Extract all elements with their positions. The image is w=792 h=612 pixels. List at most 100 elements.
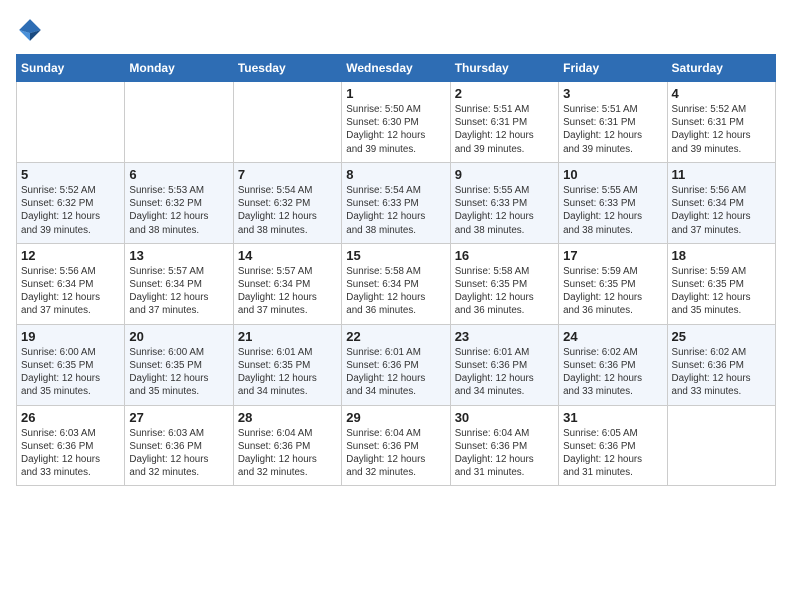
day-info: Sunrise: 6:04 AM Sunset: 6:36 PM Dayligh…: [238, 427, 337, 480]
calendar-cell: [17, 82, 125, 163]
day-number: 21: [238, 329, 337, 344]
calendar-cell: 21 Sunrise: 6:01 AM Sunset: 6:35 PM Dayli…: [233, 324, 341, 405]
day-info: Sunrise: 5:53 AM Sunset: 6:32 PM Dayligh…: [129, 184, 228, 237]
calendar-cell: 2 Sunrise: 5:51 AM Sunset: 6:31 PM Daylig…: [450, 82, 558, 163]
calendar-cell: 17 Sunrise: 5:59 AM Sunset: 6:35 PM Dayli…: [559, 243, 667, 324]
day-info: Sunrise: 6:05 AM Sunset: 6:36 PM Dayligh…: [563, 427, 662, 480]
day-number: 15: [346, 248, 445, 263]
calendar-cell: 25 Sunrise: 6:02 AM Sunset: 6:36 PM Dayli…: [667, 324, 775, 405]
day-number: 17: [563, 248, 662, 263]
day-number: 29: [346, 410, 445, 425]
weekday-header-wednesday: Wednesday: [342, 55, 450, 82]
day-number: 9: [455, 167, 554, 182]
day-number: 4: [672, 86, 771, 101]
calendar-cell: 8 Sunrise: 5:54 AM Sunset: 6:33 PM Daylig…: [342, 162, 450, 243]
day-info: Sunrise: 6:01 AM Sunset: 6:36 PM Dayligh…: [346, 346, 445, 399]
day-info: Sunrise: 6:04 AM Sunset: 6:36 PM Dayligh…: [346, 427, 445, 480]
calendar-cell: 20 Sunrise: 6:00 AM Sunset: 6:35 PM Dayli…: [125, 324, 233, 405]
day-info: Sunrise: 5:59 AM Sunset: 6:35 PM Dayligh…: [563, 265, 662, 318]
calendar-cell: 7Sunrise: 5:54 AM Sunset: 6:32 PM Daylig…: [233, 162, 341, 243]
weekday-header-thursday: Thursday: [450, 55, 558, 82]
weekday-header-sunday: Sunday: [17, 55, 125, 82]
logo-icon: [16, 16, 44, 44]
day-number: 25: [672, 329, 771, 344]
weekday-header-tuesday: Tuesday: [233, 55, 341, 82]
calendar-cell: 11 Sunrise: 5:56 AM Sunset: 6:34 PM Dayli…: [667, 162, 775, 243]
day-info: Sunrise: 5:52 AM Sunset: 6:32 PM Dayligh…: [21, 184, 120, 237]
calendar-cell: [233, 82, 341, 163]
day-number: 2: [455, 86, 554, 101]
day-number: 16: [455, 248, 554, 263]
calendar-cell: 23 Sunrise: 6:01 AM Sunset: 6:36 PM Dayli…: [450, 324, 558, 405]
day-number: 19: [21, 329, 120, 344]
calendar-cell: 31Sunrise: 6:05 AM Sunset: 6:36 PM Dayli…: [559, 405, 667, 486]
calendar-cell: 1Sunrise: 5:50 AM Sunset: 6:30 PM Daylig…: [342, 82, 450, 163]
calendar-cell: 5 Sunrise: 5:52 AM Sunset: 6:32 PM Daylig…: [17, 162, 125, 243]
calendar-cell: 12 Sunrise: 5:56 AM Sunset: 6:34 PM Dayli…: [17, 243, 125, 324]
day-info: Sunrise: 5:55 AM Sunset: 6:33 PM Dayligh…: [563, 184, 662, 237]
calendar-cell: 13 Sunrise: 5:57 AM Sunset: 6:34 PM Dayli…: [125, 243, 233, 324]
logo: [16, 16, 46, 44]
day-number: 14: [238, 248, 337, 263]
weekday-header-friday: Friday: [559, 55, 667, 82]
day-number: 27: [129, 410, 228, 425]
day-info: Sunrise: 6:02 AM Sunset: 6:36 PM Dayligh…: [672, 346, 771, 399]
day-info: Sunrise: 5:55 AM Sunset: 6:33 PM Dayligh…: [455, 184, 554, 237]
day-info: Sunrise: 6:01 AM Sunset: 6:35 PM Dayligh…: [238, 346, 337, 399]
day-info: Sunrise: 6:01 AM Sunset: 6:36 PM Dayligh…: [455, 346, 554, 399]
calendar-cell: 22 Sunrise: 6:01 AM Sunset: 6:36 PM Dayli…: [342, 324, 450, 405]
page-header: [16, 16, 776, 44]
calendar-cell: 24 Sunrise: 6:02 AM Sunset: 6:36 PM Dayli…: [559, 324, 667, 405]
day-number: 24: [563, 329, 662, 344]
calendar-cell: 6 Sunrise: 5:53 AM Sunset: 6:32 PM Daylig…: [125, 162, 233, 243]
day-info: Sunrise: 5:58 AM Sunset: 6:35 PM Dayligh…: [455, 265, 554, 318]
calendar-cell: 9 Sunrise: 5:55 AM Sunset: 6:33 PM Daylig…: [450, 162, 558, 243]
day-info: Sunrise: 5:57 AM Sunset: 6:34 PM Dayligh…: [238, 265, 337, 318]
calendar-table: SundayMondayTuesdayWednesdayThursdayFrid…: [16, 54, 776, 486]
day-number: 5: [21, 167, 120, 182]
day-number: 20: [129, 329, 228, 344]
day-info: Sunrise: 5:52 AM Sunset: 6:31 PM Dayligh…: [672, 103, 771, 156]
day-number: 11: [672, 167, 771, 182]
calendar-cell: 4 Sunrise: 5:52 AM Sunset: 6:31 PM Daylig…: [667, 82, 775, 163]
calendar-cell: [125, 82, 233, 163]
day-info: Sunrise: 5:56 AM Sunset: 6:34 PM Dayligh…: [672, 184, 771, 237]
day-info: Sunrise: 5:54 AM Sunset: 6:33 PM Dayligh…: [346, 184, 445, 237]
day-info: Sunrise: 5:51 AM Sunset: 6:31 PM Dayligh…: [455, 103, 554, 156]
day-number: 6: [129, 167, 228, 182]
calendar-cell: 19 Sunrise: 6:00 AM Sunset: 6:35 PM Dayli…: [17, 324, 125, 405]
calendar-cell: [667, 405, 775, 486]
calendar-cell: 14 Sunrise: 5:57 AM Sunset: 6:34 PM Dayli…: [233, 243, 341, 324]
day-number: 23: [455, 329, 554, 344]
day-number: 26: [21, 410, 120, 425]
day-info: Sunrise: 5:57 AM Sunset: 6:34 PM Dayligh…: [129, 265, 228, 318]
weekday-header-saturday: Saturday: [667, 55, 775, 82]
calendar-cell: 28Sunrise: 6:04 AM Sunset: 6:36 PM Dayli…: [233, 405, 341, 486]
day-number: 8: [346, 167, 445, 182]
weekday-header-monday: Monday: [125, 55, 233, 82]
day-number: 22: [346, 329, 445, 344]
day-info: Sunrise: 6:00 AM Sunset: 6:35 PM Dayligh…: [129, 346, 228, 399]
day-number: 13: [129, 248, 228, 263]
calendar-cell: 10 Sunrise: 5:55 AM Sunset: 6:33 PM Dayli…: [559, 162, 667, 243]
day-number: 18: [672, 248, 771, 263]
day-number: 3: [563, 86, 662, 101]
day-info: Sunrise: 5:51 AM Sunset: 6:31 PM Dayligh…: [563, 103, 662, 156]
day-info: Sunrise: 6:00 AM Sunset: 6:35 PM Dayligh…: [21, 346, 120, 399]
day-number: 30: [455, 410, 554, 425]
calendar-cell: 15Sunrise: 5:58 AM Sunset: 6:34 PM Dayli…: [342, 243, 450, 324]
day-info: Sunrise: 5:54 AM Sunset: 6:32 PM Dayligh…: [238, 184, 337, 237]
calendar-cell: 3 Sunrise: 5:51 AM Sunset: 6:31 PM Daylig…: [559, 82, 667, 163]
day-number: 10: [563, 167, 662, 182]
day-info: Sunrise: 5:59 AM Sunset: 6:35 PM Dayligh…: [672, 265, 771, 318]
calendar-cell: 16 Sunrise: 5:58 AM Sunset: 6:35 PM Dayli…: [450, 243, 558, 324]
day-info: Sunrise: 5:56 AM Sunset: 6:34 PM Dayligh…: [21, 265, 120, 318]
day-info: Sunrise: 6:03 AM Sunset: 6:36 PM Dayligh…: [129, 427, 228, 480]
calendar-cell: 29 Sunrise: 6:04 AM Sunset: 6:36 PM Dayli…: [342, 405, 450, 486]
calendar-cell: 30Sunrise: 6:04 AM Sunset: 6:36 PM Dayli…: [450, 405, 558, 486]
day-number: 1: [346, 86, 445, 101]
calendar-cell: 18 Sunrise: 5:59 AM Sunset: 6:35 PM Dayli…: [667, 243, 775, 324]
day-number: 12: [21, 248, 120, 263]
day-info: Sunrise: 6:02 AM Sunset: 6:36 PM Dayligh…: [563, 346, 662, 399]
calendar-cell: 27 Sunrise: 6:03 AM Sunset: 6:36 PM Dayli…: [125, 405, 233, 486]
